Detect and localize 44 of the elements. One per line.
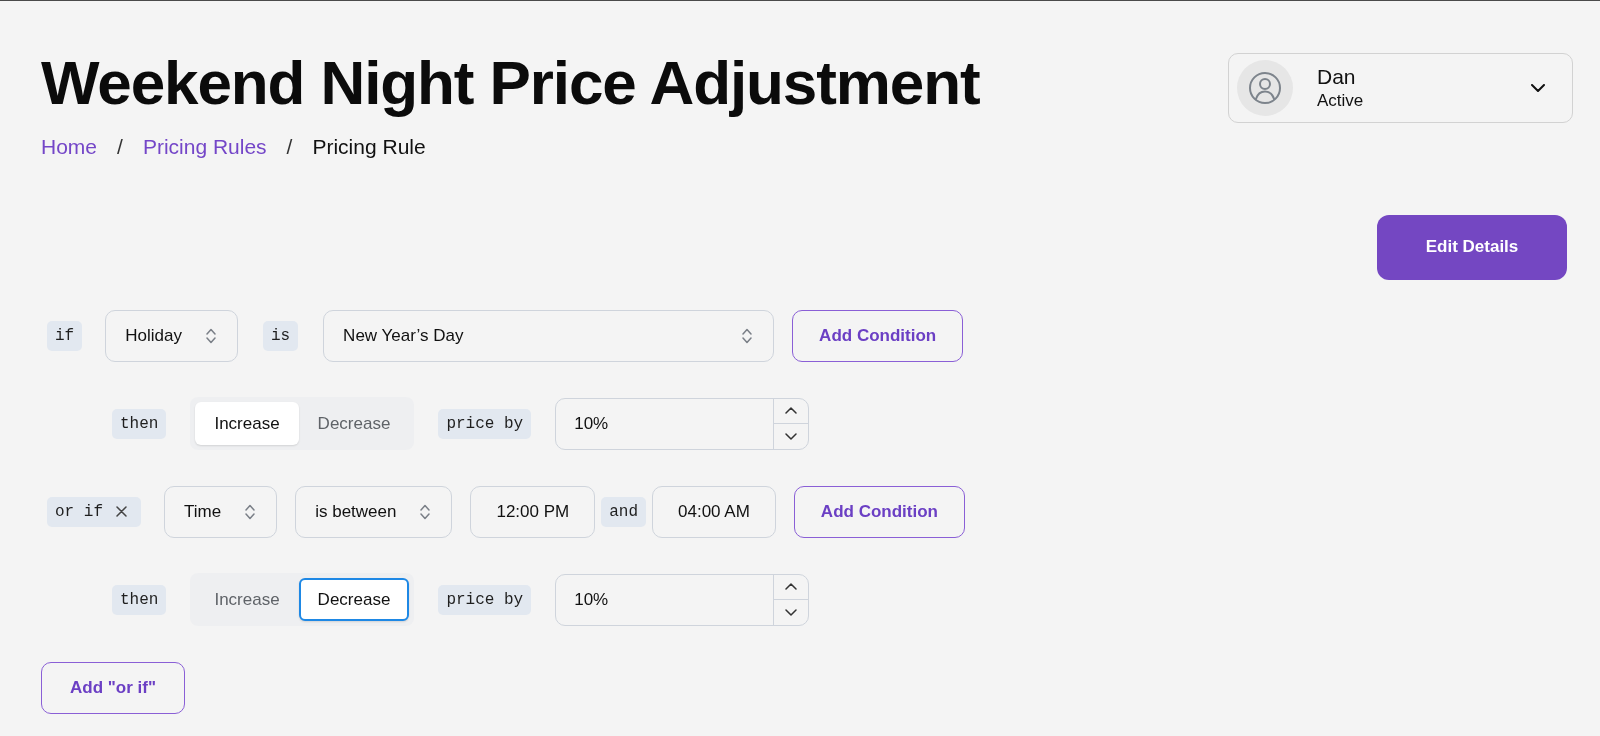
chevron-up-down-icon [205,327,216,344]
chevron-up-down-icon [420,503,431,520]
segment-button[interactable]: Decrease [298,402,410,446]
page-title: Weekend Night Price Adjustment [41,49,980,118]
user-menu[interactable]: Dan Active [1228,53,1573,123]
add-condition-button[interactable]: Add Condition [792,309,964,362]
chevron-down-icon [1531,84,1545,92]
time-field[interactable]: 04:00 AM [652,485,776,538]
user-name: Dan [1317,64,1357,90]
keyword-label: or if [55,501,103,523]
segment-button[interactable]: Increase [195,402,299,446]
time-field[interactable]: 12:00 PM [470,485,596,538]
user-avatar-icon [1237,60,1293,116]
operator-label: is [262,320,299,351]
breadcrumb-separator: / [286,134,293,161]
chevron-up-down-icon [245,503,256,520]
keyword-label: if [47,320,83,351]
edit-details-button[interactable]: Edit Details [1377,214,1567,280]
chevron-up-down-icon [742,327,753,344]
number-field[interactable]: 10% [555,397,810,450]
dropdown[interactable]: is between [295,485,453,538]
price-by-label: price by [438,584,532,615]
dropdown[interactable]: New Year’s Day [323,309,775,362]
breadcrumb-link[interactable]: Home [41,131,98,163]
price-by-label: price by [438,408,532,439]
chevron-up-icon [785,407,798,415]
add-or-if-button[interactable]: Add "or if" [41,661,185,714]
breadcrumb-link[interactable]: Pricing Rules [142,131,267,163]
dropdown[interactable]: Time [164,485,278,538]
chevron-down-icon [785,608,798,616]
breadcrumb-current: Pricing Rule [312,134,426,161]
chevron-up-icon [785,583,798,591]
user-status: Active [1317,89,1364,112]
breadcrumb-separator: / [117,134,123,161]
add-condition-button[interactable]: Add Condition [793,485,965,538]
close-icon[interactable] [116,506,127,518]
then-label: then [112,584,167,615]
segment-button[interactable]: Decrease [298,578,410,622]
segment-button[interactable]: Increase [195,578,299,622]
number-field[interactable]: 10% [555,573,810,626]
chevron-down-icon [785,432,798,440]
then-label: then [112,408,167,439]
conjunction-label: and [601,496,647,527]
dropdown[interactable]: Holiday [105,309,238,362]
